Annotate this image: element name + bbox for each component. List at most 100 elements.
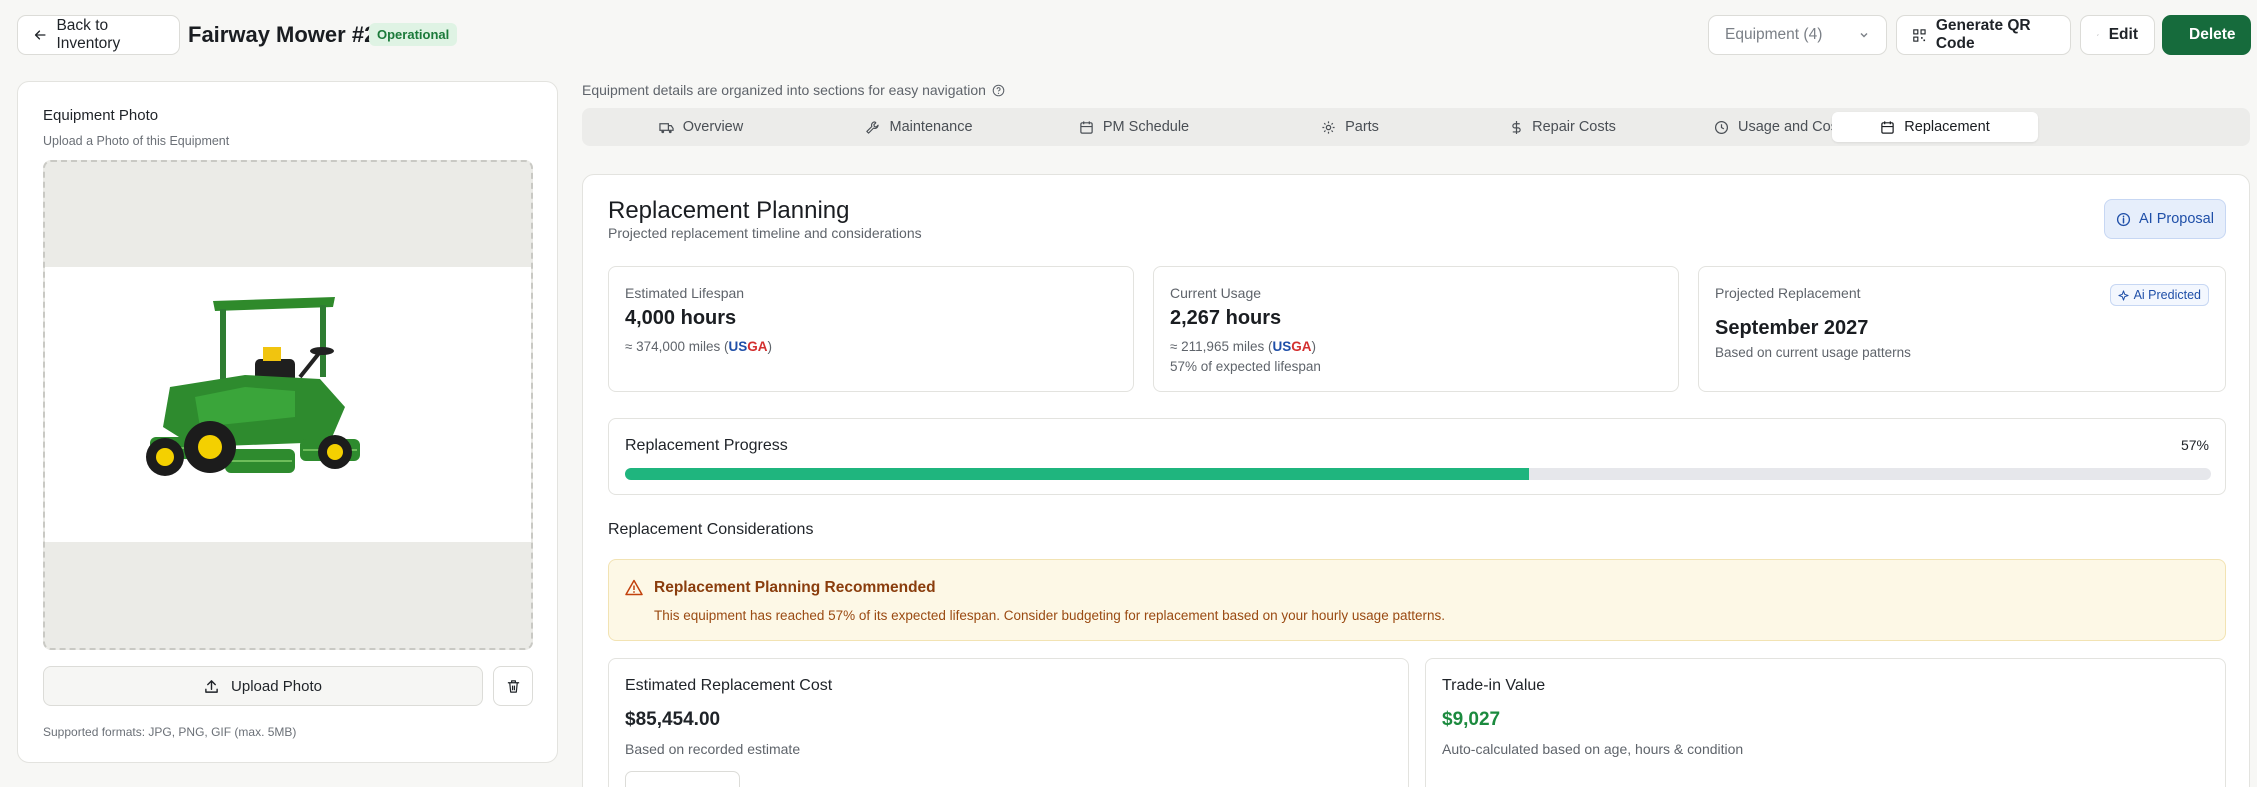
delete-label: Delete xyxy=(2189,26,2236,43)
tab-label: PM Schedule xyxy=(1102,119,1190,135)
card-label: Estimated Lifespan xyxy=(625,285,745,301)
tab-repair-costs[interactable]: Repair Costs xyxy=(1454,112,1672,142)
tab-label: Replacement xyxy=(1904,119,1990,135)
miles-equivalent: ≈ 374,000 miles (USGA) xyxy=(625,339,772,354)
ai-proposal-label: AI Proposal xyxy=(2139,211,2214,227)
card-value: 4,000 hours xyxy=(625,307,737,329)
alert-text: This equipment has reached 57% of its ex… xyxy=(654,608,1445,623)
replacement-subtitle: Projected replacement timeline and consi… xyxy=(608,225,922,241)
tradein-subtext: Auto-calculated based on age, hours & co… xyxy=(1442,741,1744,757)
replacement-progress-card: Replacement Progress 57% xyxy=(608,418,2226,495)
alert-title: Replacement Planning Recommended xyxy=(654,579,936,596)
arrow-left-icon xyxy=(34,30,46,40)
card-label: Current Usage xyxy=(1170,285,1262,301)
supported-formats-text: Supported formats: JPG, PNG, GIF (max. 5… xyxy=(43,725,297,739)
ai-predicted-badge: Ai Predicted xyxy=(2109,284,2209,306)
help-circle-icon[interactable] xyxy=(992,84,1005,97)
warning-triangle-icon xyxy=(625,579,643,596)
tab-label: Maintenance xyxy=(889,119,973,135)
replacement-title: Replacement Planning xyxy=(608,197,850,224)
tab-label: Parts xyxy=(1345,119,1379,135)
pencil-icon xyxy=(2097,34,2099,36)
back-label: Back to Inventory xyxy=(56,17,121,52)
photo-panel-title: Equipment Photo xyxy=(43,107,159,124)
trade-in-value-card: Trade-in Value $9,027 Auto-calculated ba… xyxy=(1425,658,2226,787)
tab-overview[interactable]: Overview xyxy=(586,112,816,142)
page-header: Back to Inventory Fairway Mower #2 Opera… xyxy=(0,0,2257,70)
tab-label: Overview xyxy=(682,119,744,135)
progress-label: Replacement Progress xyxy=(625,437,788,454)
back-to-inventory-button[interactable]: Back to Inventory xyxy=(17,15,180,55)
usga-label: USGA xyxy=(728,339,768,354)
dollar-icon xyxy=(1512,120,1521,134)
tab-maintenance[interactable]: Maintenance xyxy=(816,112,1022,142)
miles-text: ≈ 211,965 miles ( xyxy=(1170,339,1273,354)
equipment-select[interactable]: Equipment (4) xyxy=(1708,15,1887,55)
generate-qr-button[interactable]: Generate QR Code xyxy=(1896,15,2071,55)
edit-label: Edit xyxy=(2108,26,2138,43)
cost-value: $85,454.00 xyxy=(625,709,721,730)
sparkle-icon xyxy=(2118,289,2129,301)
tradein-label: Trade-in Value xyxy=(1442,677,1546,694)
navigation-helper: Equipment details are organized into sec… xyxy=(582,82,1005,98)
truck-icon xyxy=(659,122,674,133)
chevron-down-icon xyxy=(1860,33,1868,38)
card-label: Projected Replacement xyxy=(1715,285,1861,301)
qr-code-icon xyxy=(1913,28,1926,42)
estimated-lifespan-card: Estimated Lifespan 4,000 hours ≈ 374,000… xyxy=(608,266,1134,392)
status-badge: Operational xyxy=(369,23,458,46)
miles-text: ≈ 374,000 miles ( xyxy=(625,339,729,354)
cost-subtext: Based on recorded estimate xyxy=(625,741,801,757)
projected-replacement-card: Projected Replacement Ai Predicted Septe… xyxy=(1698,266,2226,392)
page-title: Fairway Mower #2 xyxy=(188,22,377,47)
equipment-select-value: Equipment (4) xyxy=(1725,26,1823,43)
trash-icon xyxy=(507,679,519,693)
lifespan-percent-text: 57% of expected lifespan xyxy=(1170,359,1321,374)
tab-label: Repair Costs xyxy=(1532,119,1616,135)
tradein-value: $9,027 xyxy=(1442,709,1501,730)
replacement-panel: Replacement Planning Projected replaceme… xyxy=(582,174,2250,787)
tab-label: Usage and Cost xyxy=(1738,119,1842,135)
miles-close: ) xyxy=(767,339,773,354)
upload-photo-button[interactable]: Upload Photo xyxy=(43,666,483,706)
tab-pm-schedule[interactable]: PM Schedule xyxy=(1022,112,1246,142)
ai-proposal-button[interactable]: AI Proposal xyxy=(2104,199,2226,239)
considerations-title: Replacement Considerations xyxy=(608,521,814,538)
edit-cost-button[interactable] xyxy=(625,771,740,787)
progress-bar xyxy=(625,468,2211,480)
usga-label: USGA xyxy=(1272,339,1312,354)
calendar-icon xyxy=(1881,120,1895,134)
delete-button[interactable]: Delete xyxy=(2162,15,2251,55)
clock-icon xyxy=(1714,120,1729,134)
current-usage-card: Current Usage 2,267 hours ≈ 211,965 mile… xyxy=(1153,266,1679,392)
mower-illustration xyxy=(146,297,360,476)
info-circle-icon xyxy=(2116,212,2131,226)
edit-button[interactable]: Edit xyxy=(2080,15,2155,55)
section-tabs: Overview Maintenance PM Schedule Parts R… xyxy=(582,108,2250,146)
progress-fill xyxy=(625,468,1530,480)
photo-dropzone[interactable] xyxy=(43,160,533,650)
tab-replacement[interactable]: Replacement xyxy=(1832,112,2038,142)
photo-panel-subtitle: Upload a Photo of this Equipment xyxy=(43,134,230,148)
upload-icon xyxy=(205,679,218,693)
wrench-icon xyxy=(866,120,880,134)
qr-label: Generate QR Code xyxy=(1935,17,2031,52)
miles-equivalent: ≈ 211,965 miles (USGA) xyxy=(1170,339,1316,354)
helper-text: Equipment details are organized into sec… xyxy=(582,82,986,98)
card-value: September 2027 xyxy=(1715,317,1869,339)
cost-label: Estimated Replacement Cost xyxy=(625,677,833,694)
replacement-cost-card: Estimated Replacement Cost $85,454.00 Ba… xyxy=(608,658,1409,787)
card-value: 2,267 hours xyxy=(1170,307,1282,329)
equipment-photo xyxy=(45,267,531,542)
tab-parts[interactable]: Parts xyxy=(1246,112,1454,142)
calendar-icon xyxy=(1080,120,1093,134)
gear-icon xyxy=(1322,120,1335,134)
progress-percent: 57% xyxy=(2180,437,2209,453)
remove-photo-button[interactable] xyxy=(493,666,533,706)
upload-label: Upload Photo xyxy=(231,677,322,695)
card-subtext: Based on current usage patterns xyxy=(1715,345,1911,360)
equipment-photo-panel: Equipment Photo Upload a Photo of this E… xyxy=(17,81,558,763)
ai-predicted-label: Ai Predicted xyxy=(2133,288,2201,302)
replacement-alert: Replacement Planning Recommended This eq… xyxy=(608,559,2226,641)
miles-close: ) xyxy=(1311,339,1317,354)
